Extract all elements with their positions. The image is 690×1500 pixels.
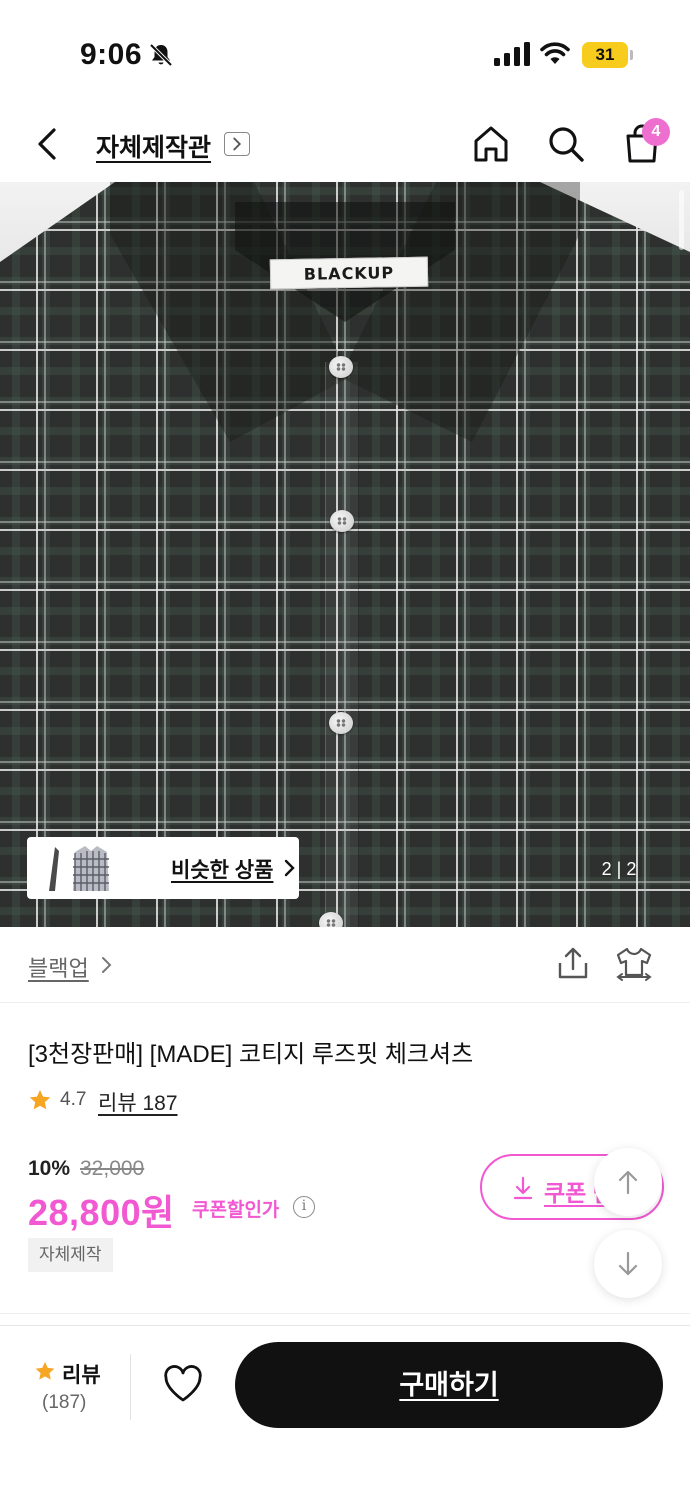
search-icon[interactable] bbox=[546, 124, 586, 164]
brand-row: 블랙업 bbox=[0, 927, 690, 1003]
discount-rate: 10% bbox=[28, 1157, 71, 1180]
shirt-button bbox=[329, 356, 353, 378]
heart-icon[interactable] bbox=[162, 1364, 204, 1404]
fitting-shirt-icon[interactable] bbox=[614, 945, 654, 981]
chevron-right-icon bbox=[284, 859, 295, 877]
scroll-indicator bbox=[679, 190, 684, 250]
divider bbox=[130, 1354, 131, 1420]
similar-products-button[interactable]: 비슷한 상품 bbox=[27, 837, 299, 899]
shirt-brand-label: BLACKUP bbox=[269, 256, 429, 290]
product-image[interactable]: BLACKUP 비슷한 상품 2 | 2 bbox=[0, 182, 690, 927]
image-pager: 2 | 2 bbox=[601, 859, 637, 879]
review-link[interactable]: 리뷰 187 bbox=[98, 1087, 178, 1117]
review-count[interactable]: (187) bbox=[42, 1392, 86, 1414]
similar-products-label: 비슷한 상품 bbox=[171, 859, 274, 882]
product-name: [3천장판매] [MADE] 코티지 루즈핏 체크셔츠 bbox=[28, 1041, 474, 1068]
star-icon bbox=[29, 1090, 51, 1110]
sale-price: 28,800원 bbox=[28, 1192, 175, 1233]
review-label[interactable]: 리뷰 bbox=[62, 1359, 101, 1389]
status-time: 9:06 bbox=[80, 38, 143, 71]
rating-value: 4.7 bbox=[60, 1089, 87, 1110]
arrow-up-icon bbox=[618, 1170, 638, 1195]
buy-button-label: 구매하기 bbox=[399, 1370, 499, 1400]
scroll-bottom-button[interactable] bbox=[594, 1230, 662, 1298]
share-icon[interactable] bbox=[556, 945, 590, 981]
similar-products-thumbnail bbox=[49, 846, 109, 891]
battery-icon: 31 bbox=[582, 42, 633, 68]
signal-icon bbox=[494, 42, 530, 66]
arrow-down-icon bbox=[618, 1251, 638, 1276]
home-icon[interactable] bbox=[472, 124, 510, 164]
page-title[interactable]: 자체제작관 bbox=[96, 128, 211, 164]
wifi-icon bbox=[540, 42, 570, 64]
coupon-price-label: 쿠폰할인가 bbox=[192, 1200, 280, 1221]
bell-slash-icon bbox=[149, 43, 173, 67]
original-price: 32,000 bbox=[80, 1157, 145, 1180]
divider bbox=[0, 1313, 690, 1314]
shirt-button bbox=[329, 712, 353, 734]
scroll-top-button[interactable] bbox=[594, 1148, 662, 1216]
info-icon[interactable]: i bbox=[293, 1196, 315, 1218]
cart-count-badge: 4 bbox=[642, 118, 670, 146]
chevron-right-icon[interactable] bbox=[224, 132, 250, 156]
shirt-placket bbox=[325, 362, 359, 927]
status-bar: 9:06 31 bbox=[0, 0, 690, 110]
star-icon bbox=[35, 1361, 55, 1380]
brand-link[interactable]: 블랙업 bbox=[28, 951, 89, 983]
download-icon bbox=[513, 1176, 533, 1200]
bottom-action-bar: 리뷰 (187) 구매하기 bbox=[0, 1326, 690, 1500]
back-icon[interactable] bbox=[30, 124, 66, 164]
shirt-button bbox=[330, 510, 354, 532]
shirt-button bbox=[319, 912, 343, 927]
chevron-right-icon[interactable] bbox=[100, 955, 114, 975]
buy-button[interactable]: 구매하기 bbox=[235, 1342, 663, 1428]
product-tag: 자체제작 bbox=[28, 1238, 113, 1272]
top-nav: 자체제작관 4 bbox=[0, 110, 690, 182]
